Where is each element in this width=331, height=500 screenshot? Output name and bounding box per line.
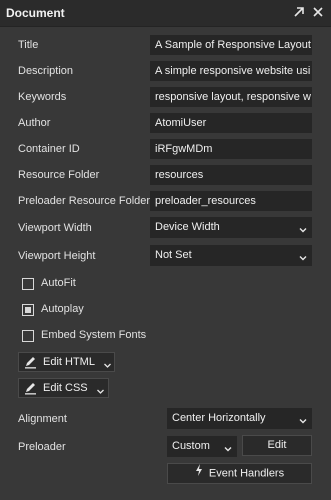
chevron-down-icon xyxy=(223,441,233,452)
alignment-value: Center Horizontally xyxy=(172,412,266,424)
alignment-select[interactable]: Center Horizontally xyxy=(167,408,312,429)
preloader-value: Custom xyxy=(172,440,210,452)
pencil-icon xyxy=(24,382,37,395)
viewport-height-label: Viewport Height xyxy=(18,250,96,262)
keywords-field[interactable]: responsive layout, responsive w xyxy=(150,87,312,107)
close-icon[interactable] xyxy=(311,5,327,21)
viewport-width-value: Device Width xyxy=(155,221,220,233)
title-label: Title xyxy=(18,39,39,51)
container-id-field[interactable]: iRFgwMDm xyxy=(150,139,312,159)
description-field[interactable]: A simple responsive website usin xyxy=(150,61,312,81)
lightning-icon xyxy=(195,464,203,483)
panel-title: Document xyxy=(6,6,65,20)
panel-header: Document xyxy=(0,0,331,27)
edit-html-button[interactable]: Edit HTML xyxy=(18,352,115,372)
autoplay-label: Autoplay xyxy=(41,303,84,315)
autofit-label: AutoFit xyxy=(41,277,76,289)
chevron-down-icon xyxy=(103,358,112,368)
alignment-label: Alignment xyxy=(18,413,67,425)
event-handlers-button[interactable]: Event Handlers xyxy=(167,463,312,484)
author-label: Author xyxy=(18,117,51,129)
keywords-label: Keywords xyxy=(18,91,67,103)
chevron-down-icon xyxy=(298,250,308,261)
viewport-height-value: Not Set xyxy=(155,249,192,261)
edit-css-label: Edit CSS xyxy=(43,382,88,394)
chevron-down-icon xyxy=(298,413,308,424)
preloader-resource-folder-label: Preloader Resource Folder xyxy=(18,195,151,207)
author-field[interactable]: AtomiUser xyxy=(150,113,312,133)
resource-folder-label: Resource Folder xyxy=(18,169,100,181)
event-handlers-label: Event Handlers xyxy=(208,467,285,480)
edit-css-button[interactable]: Edit CSS xyxy=(18,378,109,398)
pencil-icon xyxy=(24,356,37,369)
preloader-select[interactable]: Custom xyxy=(167,436,237,457)
preloader-label: Preloader xyxy=(18,441,66,453)
container-id-label: Container ID xyxy=(18,143,80,155)
chevron-down-icon xyxy=(96,384,105,394)
expand-icon[interactable] xyxy=(292,5,308,21)
embed-system-fonts-checkbox[interactable] xyxy=(22,330,34,342)
embed-system-fonts-label: Embed System Fonts xyxy=(41,329,147,341)
chevron-down-icon xyxy=(298,222,308,233)
preloader-resource-folder-field[interactable]: preloader_resources xyxy=(150,191,312,211)
viewport-height-select[interactable]: Not Set xyxy=(150,245,312,266)
resource-folder-field[interactable]: resources xyxy=(150,165,312,185)
preloader-edit-button[interactable]: Edit xyxy=(242,435,312,456)
edit-html-label: Edit HTML xyxy=(43,356,95,368)
title-field[interactable]: A Sample of Responsive Layout xyxy=(150,35,312,55)
document-panel: Document Title A Sample of Responsive La… xyxy=(0,0,331,500)
autofit-checkbox[interactable] xyxy=(22,278,34,290)
description-label: Description xyxy=(18,65,74,77)
autoplay-checkbox[interactable] xyxy=(22,304,34,316)
viewport-width-select[interactable]: Device Width xyxy=(150,217,312,238)
viewport-width-label: Viewport Width xyxy=(18,222,92,234)
